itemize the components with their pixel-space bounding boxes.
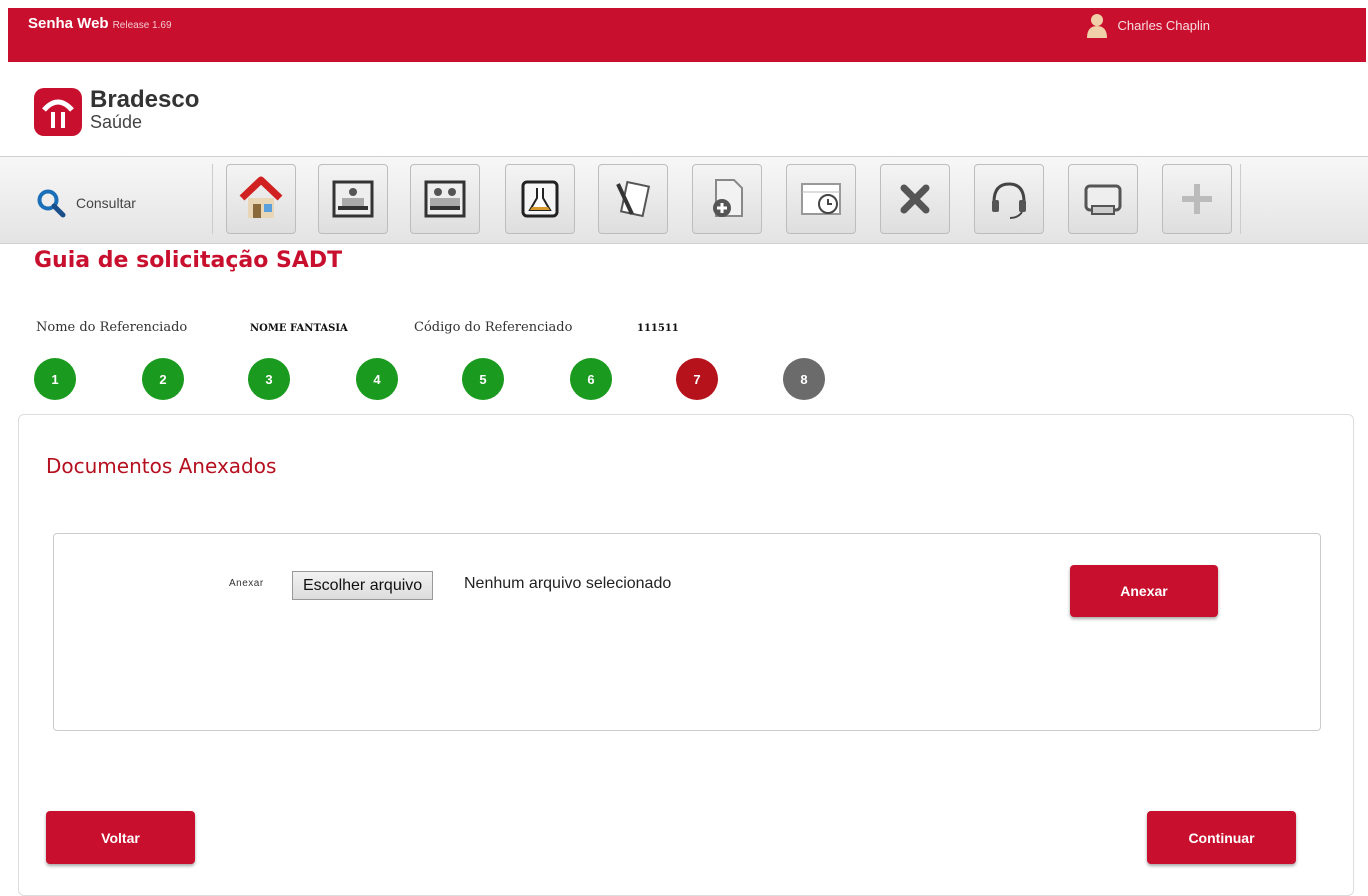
release-label: Release 1.69 (112, 20, 172, 31)
headset-icon[interactable] (974, 164, 1044, 234)
step-4[interactable]: 4 (356, 358, 398, 400)
step-7[interactable]: 7 (676, 358, 718, 400)
choose-file-button[interactable]: Escolher arquivo (292, 571, 434, 600)
page-title: Guia de solicitação SADT (34, 248, 343, 273)
consult-button[interactable]: Consultar (36, 188, 136, 218)
consult-label: Consultar (76, 195, 136, 211)
search-icon (37, 189, 66, 218)
user-name: Charles Chaplin (1117, 17, 1211, 33)
logo-title: Bradesco (90, 86, 200, 113)
app-name: Senha Web (28, 15, 109, 32)
medical-file-icon[interactable] (692, 164, 762, 234)
step-2[interactable]: 2 (142, 358, 184, 400)
add-plus-icon[interactable] (1162, 164, 1232, 234)
toolbar-divider (212, 164, 213, 234)
logo-subtitle: Saúde (90, 112, 143, 132)
user-icon (1086, 14, 1107, 38)
documents-pen-icon[interactable] (598, 164, 668, 234)
step-5[interactable]: 5 (462, 358, 504, 400)
double-bed-icon[interactable] (410, 164, 480, 234)
lab-flask-icon[interactable] (505, 164, 575, 234)
cancel-x-icon[interactable] (880, 164, 950, 234)
step-6[interactable]: 6 (570, 358, 612, 400)
section-title: Documentos Anexados (46, 454, 277, 478)
calendar-clock-icon[interactable] (786, 164, 856, 234)
attach-button[interactable]: Anexar (1070, 565, 1218, 617)
bradesco-logo-icon (34, 88, 82, 136)
continue-button[interactable]: Continuar (1147, 811, 1296, 864)
bradesco-logo: Bradesco Saúde (34, 88, 199, 136)
ref-name-value: NOME FANTASIA (250, 323, 348, 334)
attachment-box (53, 533, 1321, 731)
step-3[interactable]: 3 (248, 358, 290, 400)
ref-code-value: 111511 (637, 323, 679, 334)
ref-name-label: Nome do Referenciado (36, 320, 188, 335)
file-status: Nenhum arquivo selecionado (464, 575, 672, 592)
toolbar-divider (1240, 164, 1241, 234)
app-brand: Senha Web Release 1.69 (28, 15, 172, 32)
step-1[interactable]: 1 (34, 358, 76, 400)
step-8[interactable]: 8 (783, 358, 825, 400)
user-menu[interactable]: Charles Chaplin (1086, 12, 1211, 38)
attach-label: Anexar (229, 578, 264, 589)
home-icon[interactable] (226, 164, 296, 234)
hospital-bed-icon[interactable] (318, 164, 388, 234)
printer-icon[interactable] (1068, 164, 1138, 234)
ref-code-label: Código do Referenciado (414, 320, 573, 335)
back-button[interactable]: Voltar (46, 811, 195, 864)
